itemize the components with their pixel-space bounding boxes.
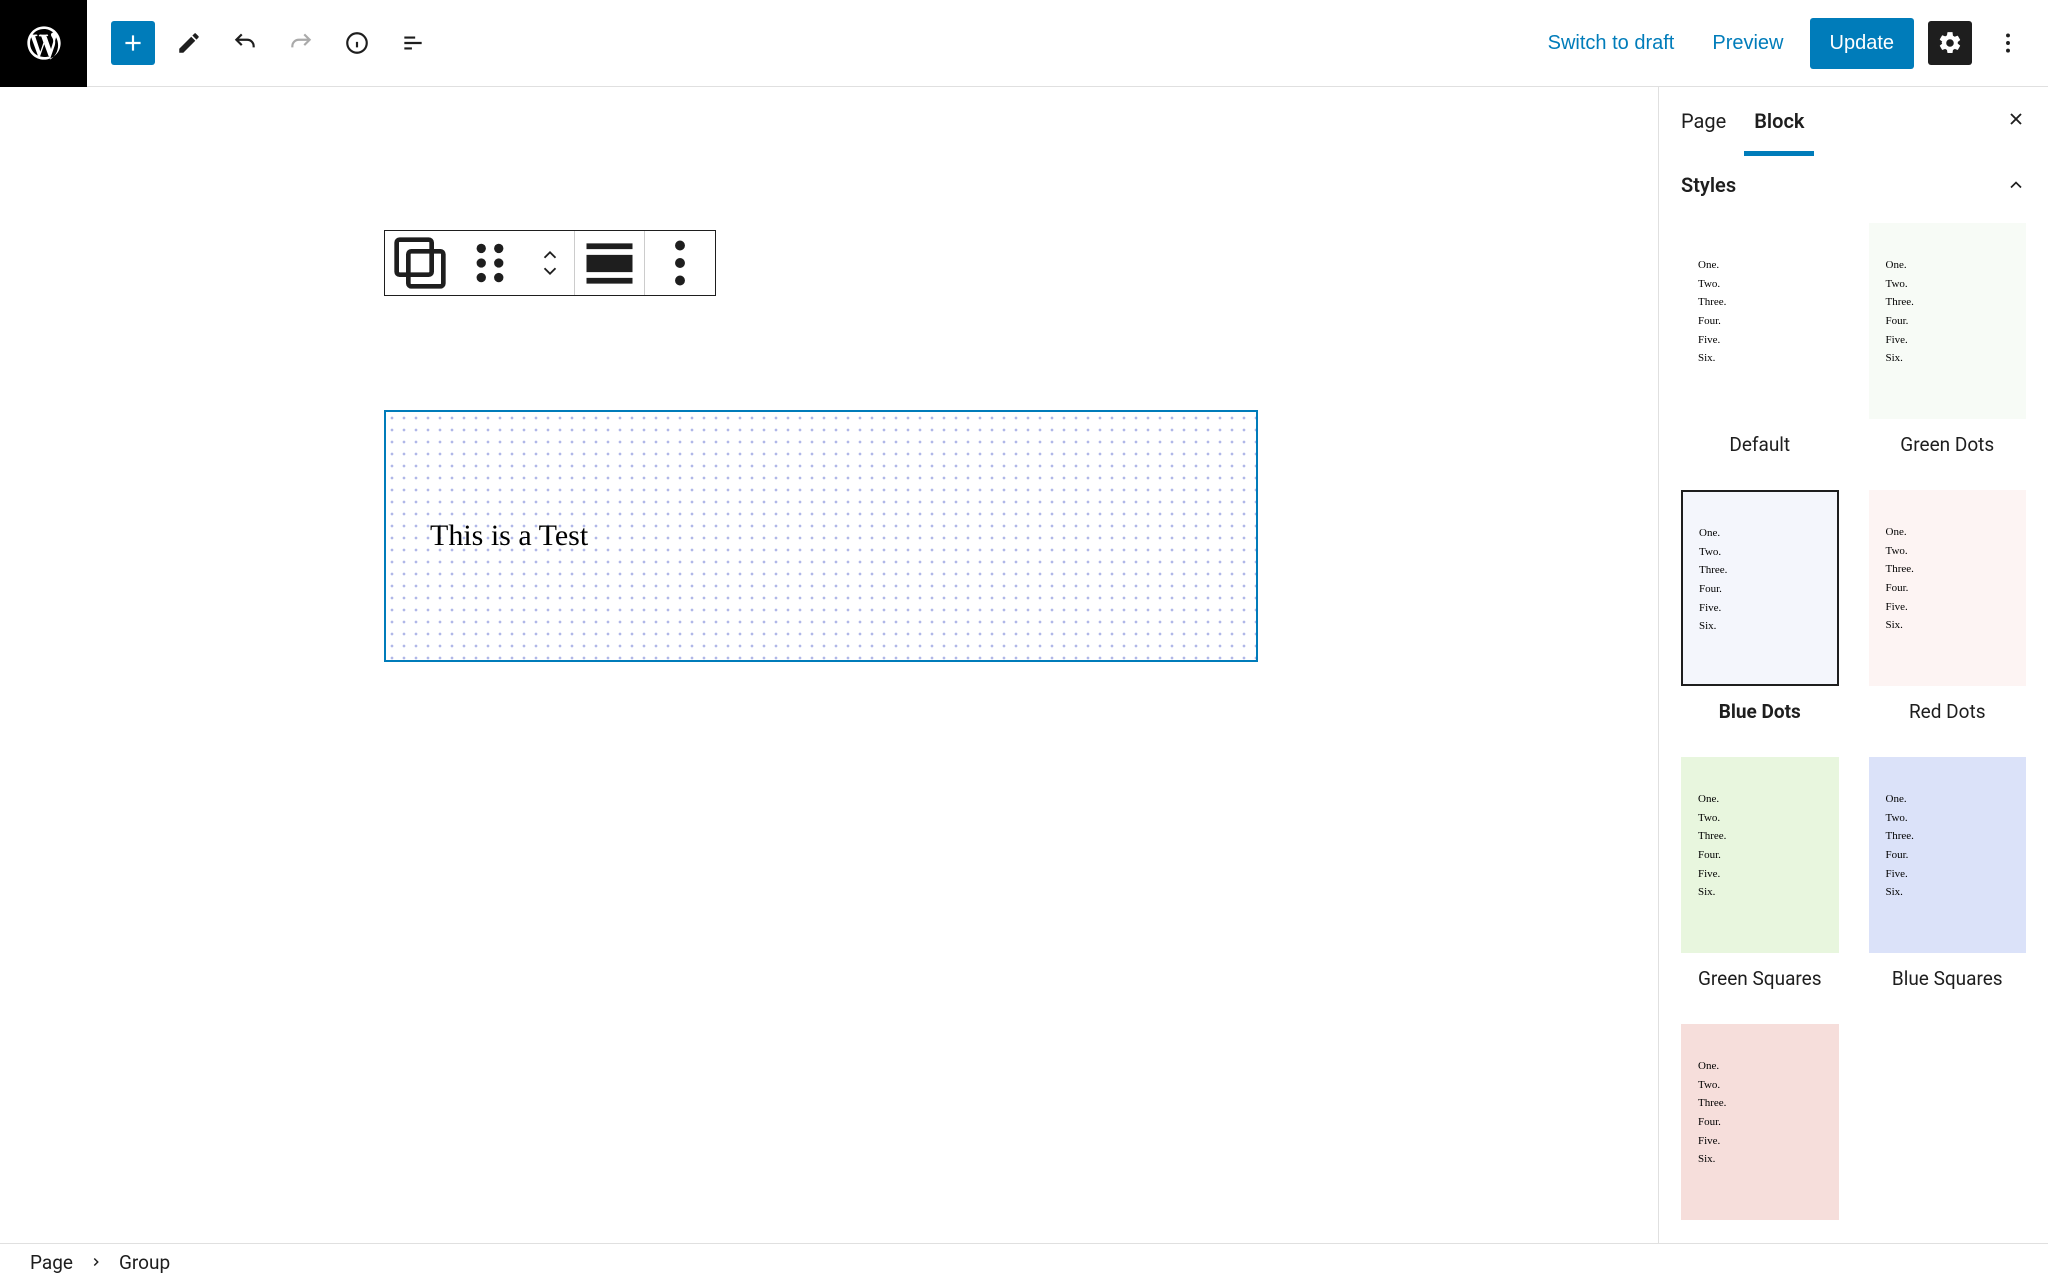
- switch-to-draft-button[interactable]: Switch to draft: [1536, 22, 1687, 65]
- undo-button[interactable]: [223, 21, 267, 65]
- settings-button[interactable]: [1928, 21, 1972, 65]
- close-sidebar-button[interactable]: [2006, 109, 2026, 134]
- styles-panel-title: Styles: [1681, 173, 1736, 197]
- tools-button[interactable]: [167, 21, 211, 65]
- redo-button: [279, 21, 323, 65]
- editor-header: Switch to draft Preview Update: [0, 0, 2048, 87]
- block-options-button[interactable]: [645, 231, 715, 295]
- style-label: [1681, 1220, 1839, 1243]
- style-label: Green Dots: [1869, 419, 2027, 490]
- preview-button[interactable]: Preview: [1700, 22, 1795, 65]
- style-preview: One.Two.Three.Four.Five.Six.: [1681, 1024, 1839, 1220]
- header-left: [0, 0, 435, 87]
- chevron-right-icon: [89, 1255, 103, 1269]
- style-preview: One.Two.Three.Four.Five.Six.: [1681, 490, 1839, 686]
- header-right: Switch to draft Preview Update: [1536, 18, 2048, 69]
- group-block-selected[interactable]: This is a Test: [384, 410, 1258, 662]
- chevron-up-icon: [2006, 175, 2026, 195]
- update-button[interactable]: Update: [1810, 18, 1915, 69]
- move-up-button[interactable]: [539, 247, 561, 263]
- style-label: Red Dots: [1869, 686, 2027, 757]
- style-preview: One.Two.Three.Four.Five.Six.: [1681, 223, 1839, 419]
- add-block-button[interactable]: [111, 21, 155, 65]
- style-default[interactable]: One.Two.Three.Four.Five.Six. Default: [1681, 223, 1839, 490]
- style-preview: One.Two.Three.Four.Five.Six.: [1869, 223, 2027, 419]
- style-red-squares[interactable]: One.Two.Three.Four.Five.Six.: [1681, 1024, 1839, 1243]
- settings-sidebar: Page Block Styles One.Two.Three.Four.Fiv…: [1658, 87, 2048, 1243]
- style-preview: One.Two.Three.Four.Five.Six.: [1869, 490, 2027, 686]
- style-label: Blue Squares: [1869, 953, 2027, 1024]
- block-content-text: This is a Test: [430, 519, 588, 553]
- align-button[interactable]: [575, 231, 645, 295]
- style-label: Default: [1681, 419, 1839, 490]
- outline-button[interactable]: [391, 21, 435, 65]
- block-breadcrumb: Page Group: [0, 1243, 2048, 1280]
- style-label: Blue Dots: [1681, 686, 1839, 757]
- options-button[interactable]: [1986, 21, 2030, 65]
- sidebar-tabs: Page Block: [1659, 87, 2048, 155]
- block-toolbar: [384, 230, 716, 296]
- styles-panel-header[interactable]: Styles: [1659, 155, 2048, 215]
- tab-page[interactable]: Page: [1681, 87, 1726, 155]
- style-label: Green Squares: [1681, 953, 1839, 1024]
- style-green-squares[interactable]: One.Two.Three.Four.Five.Six. Green Squar…: [1681, 757, 1839, 1024]
- editor-canvas[interactable]: This is a Test: [0, 87, 1658, 1243]
- style-blue-dots[interactable]: One.Two.Three.Four.Five.Six. Blue Dots: [1681, 490, 1839, 757]
- style-preview: One.Two.Three.Four.Five.Six.: [1869, 757, 2027, 953]
- style-preview: One.Two.Three.Four.Five.Six.: [1681, 757, 1839, 953]
- breadcrumb-child[interactable]: Group: [119, 1251, 170, 1274]
- block-type-button[interactable]: [385, 231, 455, 295]
- wordpress-logo[interactable]: [0, 0, 87, 87]
- breadcrumb-root[interactable]: Page: [30, 1251, 73, 1274]
- tab-block[interactable]: Block: [1754, 87, 1804, 155]
- drag-handle[interactable]: [455, 231, 525, 295]
- style-blue-squares[interactable]: One.Two.Three.Four.Five.Six. Blue Square…: [1869, 757, 2027, 1024]
- style-green-dots[interactable]: One.Two.Three.Four.Five.Six. Green Dots: [1869, 223, 2027, 490]
- move-down-button[interactable]: [539, 263, 561, 279]
- styles-grid: One.Two.Three.Four.Five.Six. Default One…: [1659, 215, 2048, 1243]
- details-button[interactable]: [335, 21, 379, 65]
- block-movers: [525, 231, 575, 295]
- style-red-dots[interactable]: One.Two.Three.Four.Five.Six. Red Dots: [1869, 490, 2027, 757]
